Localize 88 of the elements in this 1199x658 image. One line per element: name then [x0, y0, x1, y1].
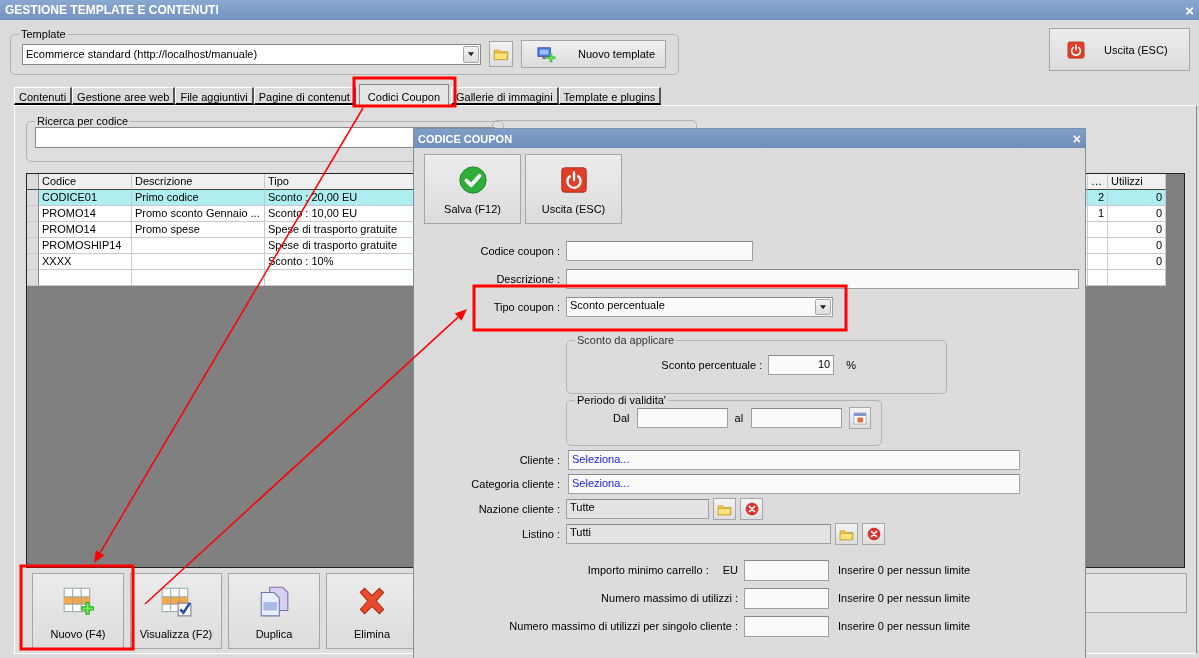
table-cell: PROMO14: [39, 222, 132, 238]
browse-button[interactable]: [713, 498, 736, 520]
field-label: Listino :: [521, 528, 560, 540]
table-cell: Promo spese: [132, 222, 265, 238]
calendar-button[interactable]: [849, 407, 872, 429]
table-cell: [1088, 238, 1108, 254]
table-cell: 0: [1108, 254, 1166, 270]
tab[interactable]: File aggiuntivi: [175, 87, 254, 105]
table-cell: [1108, 270, 1166, 286]
code-field[interactable]: [566, 241, 753, 261]
table-cell: PROMOSHIP14: [39, 238, 132, 254]
table-cell: 0: [1108, 238, 1166, 254]
currency-unit: EU: [722, 564, 738, 576]
monitor-add-icon: [536, 44, 556, 64]
power-icon: [558, 165, 589, 195]
new-button[interactable]: Nuovo (F4): [32, 573, 124, 649]
browse-button[interactable]: [489, 41, 513, 67]
tab[interactable]: Gallerie di immagini: [451, 87, 559, 105]
new-template-button[interactable]: Nuovo template: [521, 40, 666, 68]
date-field[interactable]: [636, 408, 728, 428]
group-title: Periodo di validita': [576, 394, 667, 406]
template-dropdown[interactable]: Ecommerce standard (http://localhost/manuale): [22, 43, 481, 65]
clear-button[interactable]: [862, 523, 885, 545]
table-cell: 2: [1088, 190, 1108, 206]
power-icon: [1066, 39, 1086, 60]
table-cell: 1: [1088, 206, 1108, 222]
group-title: Ricerca per codice: [36, 115, 130, 127]
field-label: Tipo coupon :: [492, 301, 560, 313]
customer-category-picker[interactable]: Seleziona...: [568, 474, 1020, 494]
tab[interactable]: Template e plugins: [558, 87, 662, 105]
field-label: Dal: [613, 412, 630, 424]
field-label: al: [734, 412, 744, 424]
table-cell: XXXX: [39, 254, 132, 270]
table-cell: Primo codice: [132, 190, 265, 206]
clear-button[interactable]: [740, 498, 763, 520]
column-header[interactable]: Codice: [39, 174, 132, 190]
field-label: Cliente :: [518, 454, 560, 466]
field-label: Categoria cliente :: [470, 478, 560, 490]
field-label: Codice coupon :: [479, 245, 560, 257]
tab[interactable]: Gestione aree web: [72, 87, 176, 105]
dialog-title: CODICE COUPON: [418, 132, 513, 145]
exit-button[interactable]: Uscita (ESC): [1049, 28, 1190, 71]
check-icon: [457, 165, 488, 195]
date-field[interactable]: [751, 408, 843, 428]
limit-field[interactable]: [744, 615, 829, 637]
clear-icon: [865, 526, 882, 542]
customer-picker[interactable]: Seleziona...: [568, 450, 1020, 470]
calendar-icon: [852, 410, 869, 426]
country-field: Tutte: [566, 499, 709, 519]
tab[interactable]: Contenuti: [14, 87, 73, 105]
exit-button[interactable]: Uscita (ESC): [525, 154, 622, 224]
table-cell: 0: [1108, 206, 1166, 222]
column-header[interactable]: Utilizzi: [1108, 174, 1166, 190]
table-cell: [1088, 254, 1108, 270]
hint-text: Inserire 0 per nessun limite: [838, 564, 971, 576]
field-label: Numero massimo di utilizzi per singolo cliente :: [509, 620, 738, 632]
tab[interactable]: Pagine di contenut: [253, 87, 356, 105]
limit-field[interactable]: [744, 587, 829, 609]
field-label: Importo minimo carrello :: [587, 564, 709, 576]
column-header[interactable]: …: [1088, 174, 1108, 190]
field-label: Sconto percentuale :: [661, 359, 763, 371]
percent-unit: %: [846, 359, 856, 371]
table-cell: PROMO14: [39, 206, 132, 222]
table-cell: CODICE01: [39, 190, 132, 206]
hint-text: Inserire 0 per nessun limite: [838, 592, 971, 604]
column-header[interactable]: Descrizione: [132, 174, 265, 190]
tab[interactable]: Codici Coupon: [358, 84, 449, 105]
clear-icon: [743, 501, 760, 517]
percent-field[interactable]: 10: [768, 355, 835, 375]
coupon-type-dropdown[interactable]: Sconto percentuale: [566, 297, 833, 317]
limit-field[interactable]: [744, 559, 829, 581]
field-label: Numero massimo di utilizzi :: [601, 592, 738, 604]
group-title: Sconto da applicare: [576, 334, 676, 346]
save-button[interactable]: Salva (F12): [424, 154, 521, 224]
window-title: GESTIONE TEMPLATE E CONTENUTI: [5, 3, 219, 17]
price-list-field: Tutti: [566, 524, 831, 544]
table-cell: Promo sconto Gennaio ...: [132, 206, 265, 222]
hint-text: Inserire 0 per nessun limite: [838, 620, 971, 632]
browse-button[interactable]: [835, 523, 858, 545]
table-cell: [1088, 222, 1108, 238]
field-label: Nazione cliente :: [477, 503, 560, 515]
view-button[interactable]: Visualizza (F2): [130, 573, 222, 649]
table-cell: 0: [1108, 222, 1166, 238]
field-label: Descrizione :: [495, 273, 560, 285]
group-title: Template: [20, 28, 67, 40]
table-cell: [1088, 270, 1108, 286]
table-cell: 0: [1108, 190, 1166, 206]
duplicate-button[interactable]: Duplica: [228, 573, 320, 649]
